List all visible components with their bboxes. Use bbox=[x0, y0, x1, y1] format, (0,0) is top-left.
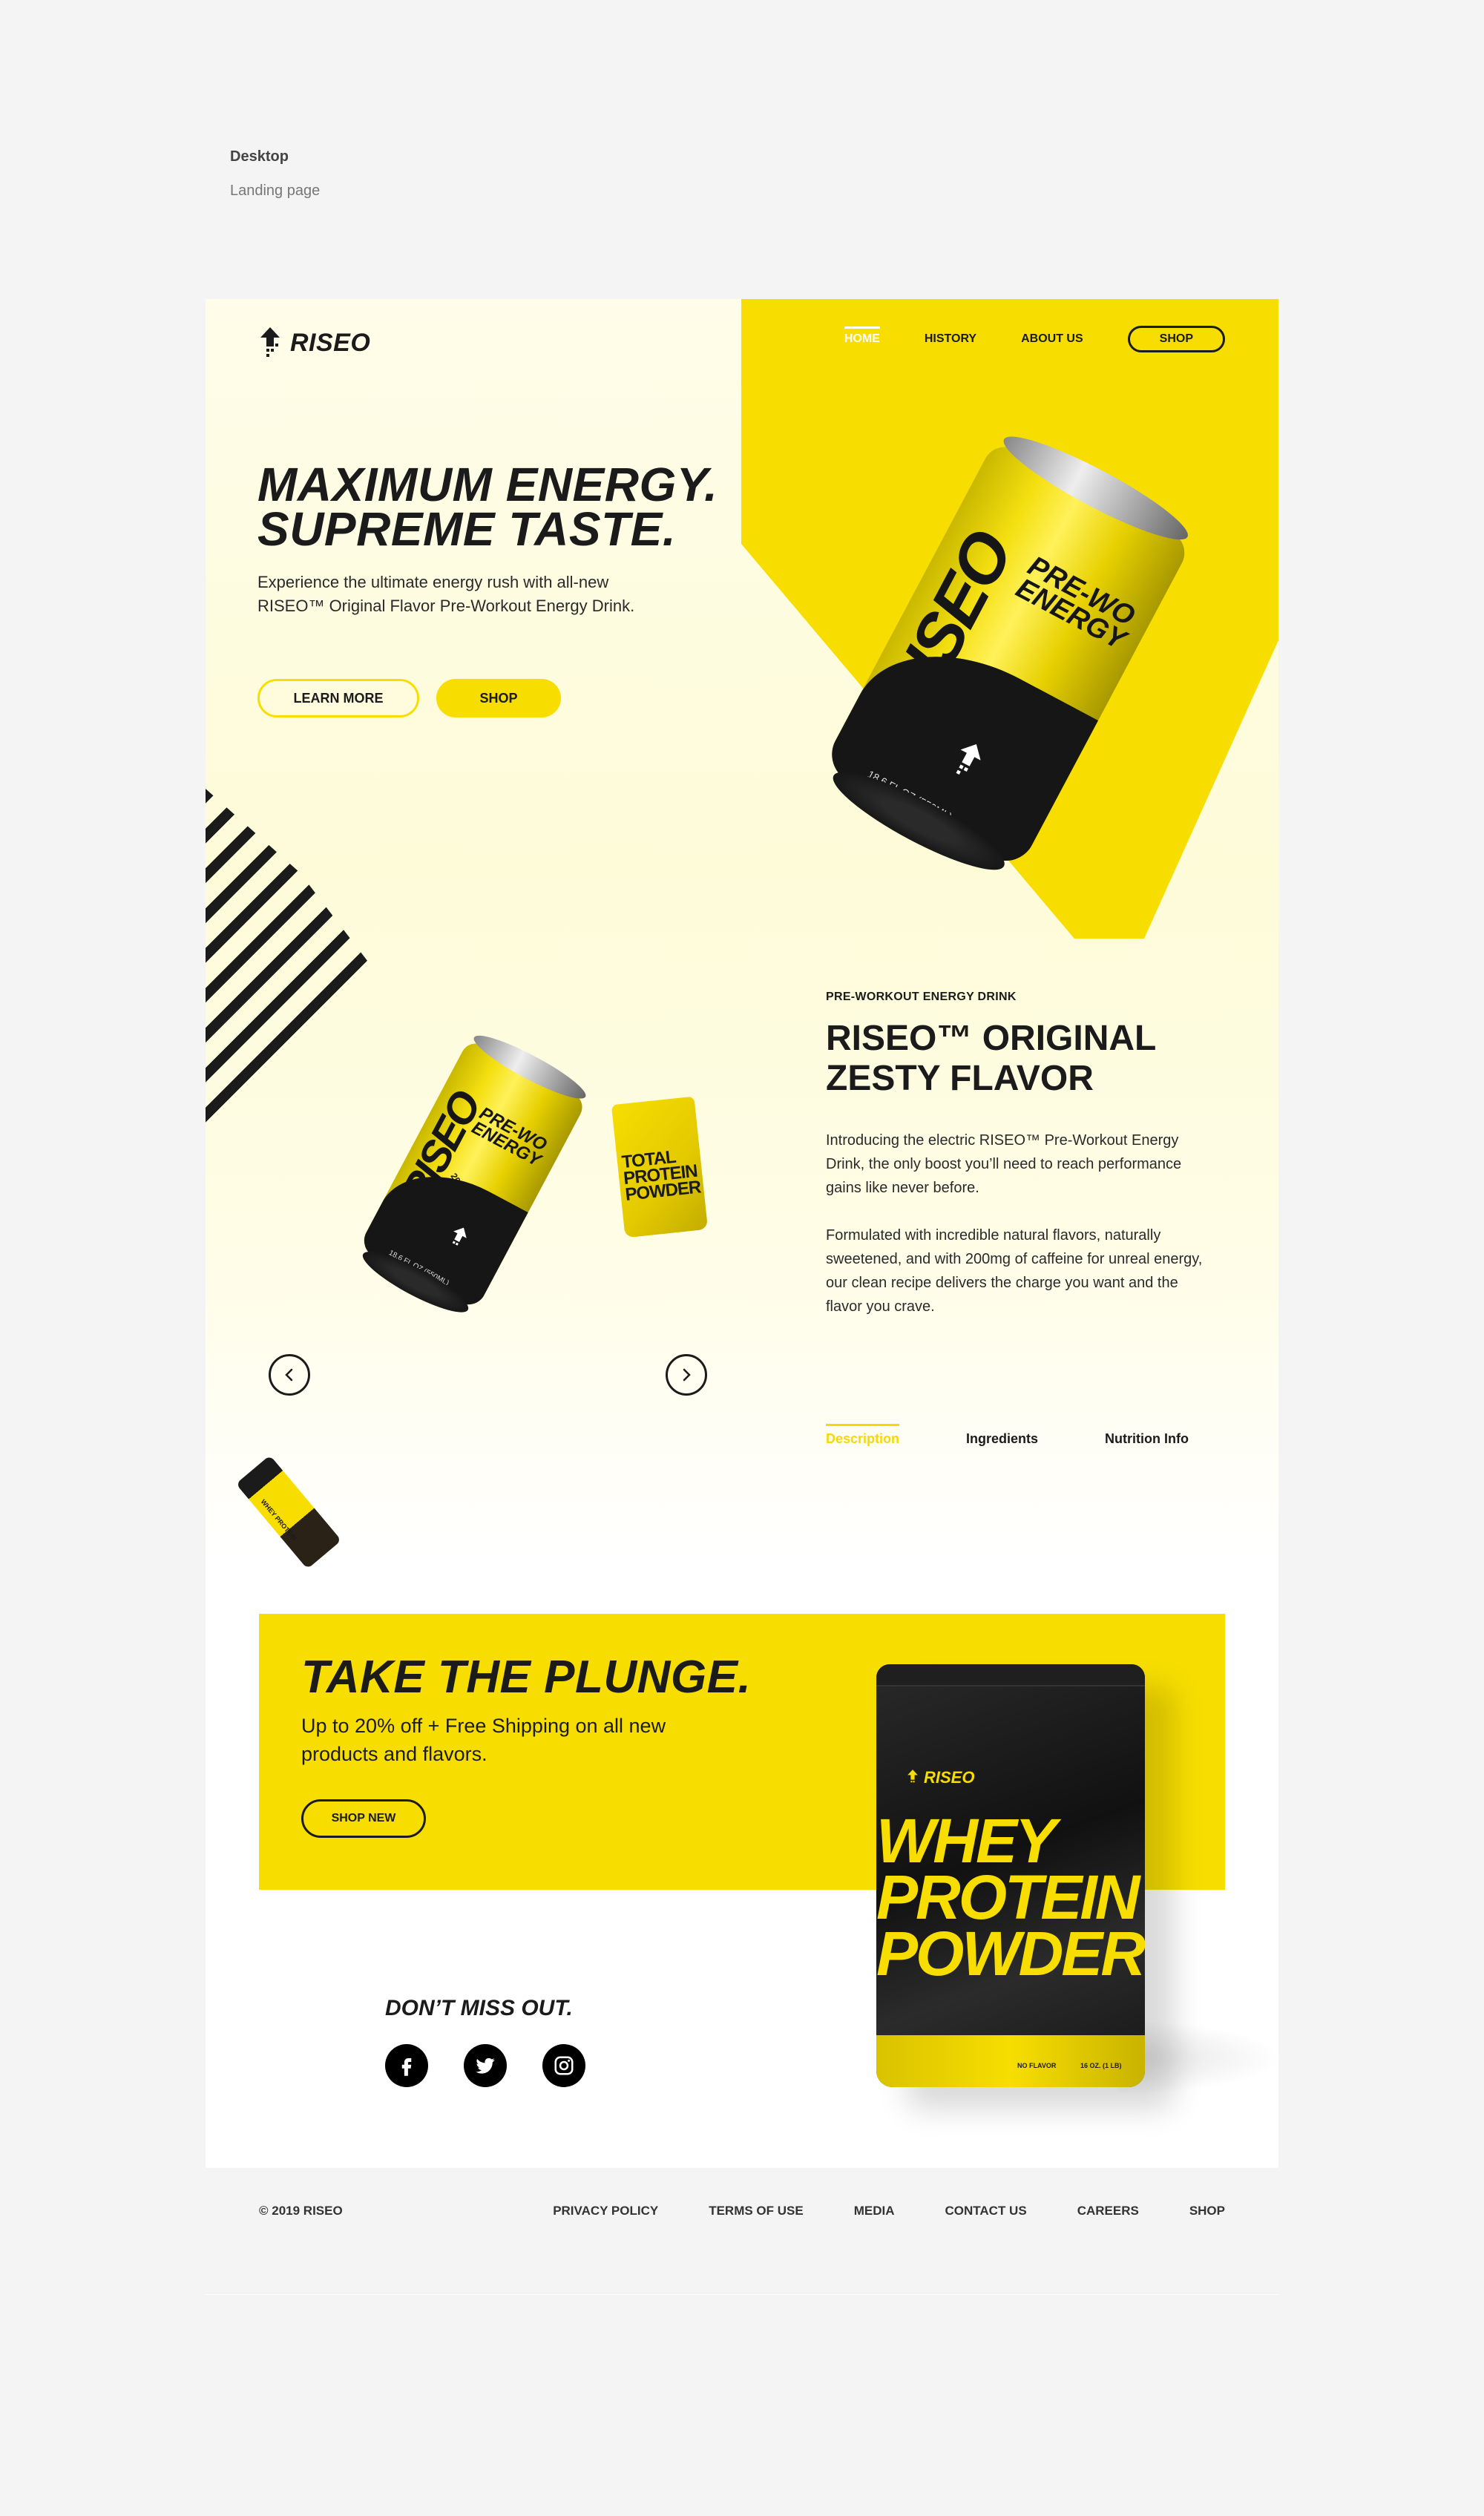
facebook-icon bbox=[401, 2058, 412, 2076]
learn-more-button[interactable]: LEARN MORE bbox=[257, 679, 419, 717]
logo-mark-icon bbox=[260, 327, 280, 357]
footer-links: PRIVACY POLICY TERMS OF USE MEDIA CONTAC… bbox=[553, 2204, 1225, 2218]
logo[interactable]: RISEO bbox=[257, 326, 370, 360]
pouch-logo: RISEO bbox=[906, 1768, 974, 1787]
nav-history[interactable]: HISTORY bbox=[925, 329, 976, 349]
caption-title: Desktop bbox=[230, 148, 289, 165]
whey-protein-pouch-image: RISEO WHEY PROTEIN POWDER NO FLAVOR 16 O… bbox=[876, 1664, 1145, 2087]
product-eyebrow: PRE-WORKOUT ENERGY DRINK bbox=[826, 991, 1017, 1003]
social-links bbox=[385, 2044, 585, 2087]
can-label: PRE-WO ENERGY bbox=[1011, 551, 1141, 656]
facebook-link[interactable] bbox=[385, 2044, 428, 2087]
instagram-link[interactable] bbox=[542, 2044, 585, 2087]
caption-subtitle: Landing page bbox=[230, 183, 321, 199]
shop-new-button[interactable]: SHOP NEW bbox=[301, 1799, 426, 1838]
copyright: © 2019 RISEO bbox=[259, 2204, 343, 2218]
footer: © 2019 RISEO PRIVACY POLICY TERMS OF USE… bbox=[206, 2168, 1278, 2294]
small-pouch-image: TOTAL PROTEIN POWDER bbox=[611, 1096, 709, 1238]
pouch-seal bbox=[876, 1664, 1145, 1686]
chevron-left-icon bbox=[285, 1368, 293, 1382]
hero-description: Experience the ultimate energy rush with… bbox=[257, 573, 635, 615]
product-tabs: Description Ingredients Nutrition Info bbox=[826, 1424, 1189, 1447]
logo-text: RISEO bbox=[290, 328, 371, 357]
nav-about-us[interactable]: ABOUT US bbox=[1021, 329, 1083, 349]
footer-link-privacy-policy[interactable]: PRIVACY POLICY bbox=[553, 2204, 658, 2218]
footer-link-shop[interactable]: SHOP bbox=[1189, 2204, 1225, 2218]
pouch-flavor: NO FLAVOR bbox=[1017, 2062, 1057, 2069]
landing-page: RISEO HOME HISTORY ABOUT US SHOP MAXIMUM… bbox=[206, 299, 1278, 2295]
tab-nutrition-info[interactable]: Nutrition Info bbox=[1105, 1424, 1189, 1447]
footer-link-media[interactable]: MEDIA bbox=[854, 2204, 895, 2218]
product-description-1: Introducing the electric RISEO™ Pre-Work… bbox=[826, 1132, 1182, 1196]
pouch-logo-text: RISEO bbox=[924, 1768, 975, 1787]
product-title-line1: RISEO™ ORIGINAL bbox=[826, 1019, 1157, 1058]
product-description-2: Formulated with incredible natural flavo… bbox=[826, 1227, 1203, 1315]
pouch-weight: 16 OZ. (1 LB) bbox=[1080, 2062, 1122, 2069]
carousel-prev-button[interactable] bbox=[269, 1354, 310, 1396]
chevron-right-icon bbox=[683, 1368, 691, 1382]
product-title: RISEO™ ORIGINAL ZESTY FLAVOR bbox=[826, 1019, 1241, 1099]
promo-description: Up to 20% off + Free Shipping on all new… bbox=[301, 1715, 666, 1765]
social-heading: DON’T MISS OUT. bbox=[385, 1996, 573, 2020]
pouch-bottom-band bbox=[876, 2035, 1145, 2087]
promo-title: TAKE THE PLUNGE. bbox=[301, 1652, 752, 1703]
pouch-product-name: WHEY PROTEIN POWDER bbox=[876, 1810, 1145, 1985]
can-label: PRE-WO ENERGY bbox=[468, 1103, 551, 1171]
tab-description[interactable]: Description bbox=[826, 1424, 900, 1447]
twitter-link[interactable] bbox=[464, 2044, 507, 2087]
hero-title-line2: SUPREME TASTE. bbox=[257, 502, 677, 556]
main-nav: HOME HISTORY ABOUT US SHOP bbox=[844, 326, 1225, 352]
tab-ingredients[interactable]: Ingredients bbox=[966, 1424, 1038, 1447]
hero-shop-button[interactable]: SHOP bbox=[436, 679, 561, 717]
footer-link-contact-us[interactable]: CONTACT US bbox=[945, 2204, 1027, 2218]
footer-link-careers[interactable]: CAREERS bbox=[1077, 2204, 1139, 2218]
twitter-icon bbox=[476, 2057, 495, 2074]
pouch-logo-mark-icon bbox=[907, 1770, 918, 1783]
instagram-icon bbox=[554, 2056, 574, 2075]
nav-shop-button[interactable]: SHOP bbox=[1127, 326, 1225, 352]
product-title-line2: ZESTY FLAVOR bbox=[826, 1059, 1094, 1098]
carousel-next-button[interactable] bbox=[666, 1354, 707, 1396]
small-pouch-label: TOTAL PROTEIN POWDER bbox=[620, 1146, 702, 1205]
nav-home[interactable]: HOME bbox=[844, 326, 880, 349]
pouch-line3: POWDER bbox=[876, 1919, 1145, 1988]
footer-link-terms-of-use[interactable]: TERMS OF USE bbox=[709, 2204, 804, 2218]
hero-title: MAXIMUM ENERGY. SUPREME TASTE. bbox=[257, 461, 718, 553]
